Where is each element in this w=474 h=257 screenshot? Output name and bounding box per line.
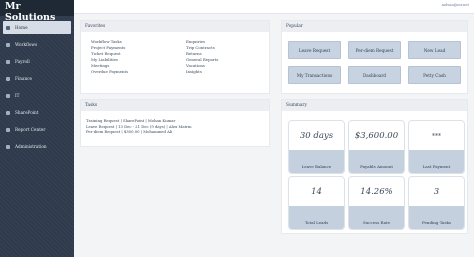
payroll-icon	[6, 59, 10, 64]
sidebar-item-administration[interactable]: Administration	[3, 140, 71, 153]
popular-panel: Popular Leave Request Per-diem Request N…	[281, 20, 468, 94]
finance-icon	[6, 76, 10, 81]
task-list: Training Request | SharePoint | Mohan Ku…	[86, 118, 192, 135]
sidebar-item-sharepoint[interactable]: SharePoint	[3, 106, 71, 119]
it-icon	[6, 93, 10, 98]
popular-header: Popular	[282, 21, 467, 32]
favorites-list: Workflow Tasks Enquiries Project Payment…	[91, 39, 266, 75]
task-item[interactable]: Per-diem Request | $300.00 | Mohammed Al…	[86, 129, 192, 135]
favorite-link[interactable]: Insights	[186, 70, 266, 75]
sidebar-item-it[interactable]: IT	[3, 89, 71, 102]
card-label: Leave Balance	[289, 150, 344, 173]
user-email-link[interactable]: mdsan@mr.net	[442, 3, 469, 7]
sidebar-item-label: Administration	[15, 144, 47, 149]
new-lead-button[interactable]: New Lead	[408, 41, 461, 59]
summary-card-success-rate[interactable]: 14.26% Success Rate	[348, 176, 405, 230]
sidebar-item-label: Home	[15, 25, 28, 30]
sidebar-item-workflows[interactable]: Workflows	[3, 38, 71, 51]
card-label: Success Rate	[349, 206, 404, 229]
sidebar-item-label: SharePoint	[15, 110, 39, 115]
sidebar-item-label: Report Center	[15, 127, 46, 132]
favorites-header: Favorites	[81, 21, 269, 32]
summary-card-pending-tasks[interactable]: 3 Pending Tasks	[408, 176, 465, 230]
card-value: 3	[433, 187, 440, 197]
sidebar-item-report-center[interactable]: Report Center	[3, 123, 71, 136]
per-diem-request-button[interactable]: Per-diem Request	[348, 41, 401, 59]
summary-card-payable-amount[interactable]: $3,600.00 Payable Amount	[348, 120, 405, 174]
top-bar: mdsan@mr.net	[74, 0, 474, 14]
card-label: Pending Tasks	[409, 206, 464, 229]
card-value: 14.26%	[360, 187, 393, 197]
sidebar-item-label: Workflows	[15, 42, 38, 47]
card-value: $3,600.00	[354, 131, 399, 141]
leave-request-button[interactable]: Leave Request	[288, 41, 341, 59]
card-value: 30 days	[299, 131, 334, 141]
summary-card-total-leads[interactable]: 14 Total Leads	[288, 176, 345, 230]
tasks-header: Tasks	[81, 100, 269, 111]
report-icon	[6, 127, 10, 132]
card-label: Last Payment	[409, 150, 464, 173]
card-label: Payable Amount	[349, 150, 404, 173]
summary-card-last-payment[interactable]: *** Last Payment	[408, 120, 465, 174]
sidebar: Mr Solutions Home Workflows Payroll Fina…	[0, 0, 74, 257]
my-transactions-button[interactable]: My Transactions	[288, 66, 341, 84]
card-label: Total Leads	[289, 206, 344, 229]
sharepoint-icon	[6, 110, 10, 115]
home-icon	[6, 25, 10, 30]
favorite-link[interactable]: Overdue Payments	[91, 70, 186, 75]
summary-card-leave-balance[interactable]: 30 days Leave Balance	[288, 120, 345, 174]
sidebar-item-label: Finance	[15, 76, 32, 81]
summary-panel: Summary 30 days Leave Balance $3,600.00 …	[281, 99, 468, 234]
summary-header: Summary	[282, 100, 467, 111]
sidebar-nav: Home Workflows Payroll Finance IT ShareP…	[0, 21, 74, 153]
tasks-panel: Tasks Training Request | SharePoint | Mo…	[80, 99, 270, 147]
card-value: 14	[311, 187, 322, 197]
app-title: Mr Solutions	[0, 0, 74, 23]
petty-cash-button[interactable]: Petty Cash	[408, 66, 461, 84]
admin-icon	[6, 144, 10, 149]
card-value: ***	[432, 133, 441, 140]
favorites-panel: Favorites Workflow Tasks Enquiries Proje…	[80, 20, 270, 94]
sidebar-item-payroll[interactable]: Payroll	[3, 55, 71, 68]
sidebar-item-finance[interactable]: Finance	[3, 72, 71, 85]
sidebar-item-label: IT	[15, 93, 20, 98]
workflow-icon	[6, 42, 10, 47]
sidebar-item-label: Payroll	[15, 59, 30, 64]
dashboard-button[interactable]: Dashboard	[348, 66, 401, 84]
